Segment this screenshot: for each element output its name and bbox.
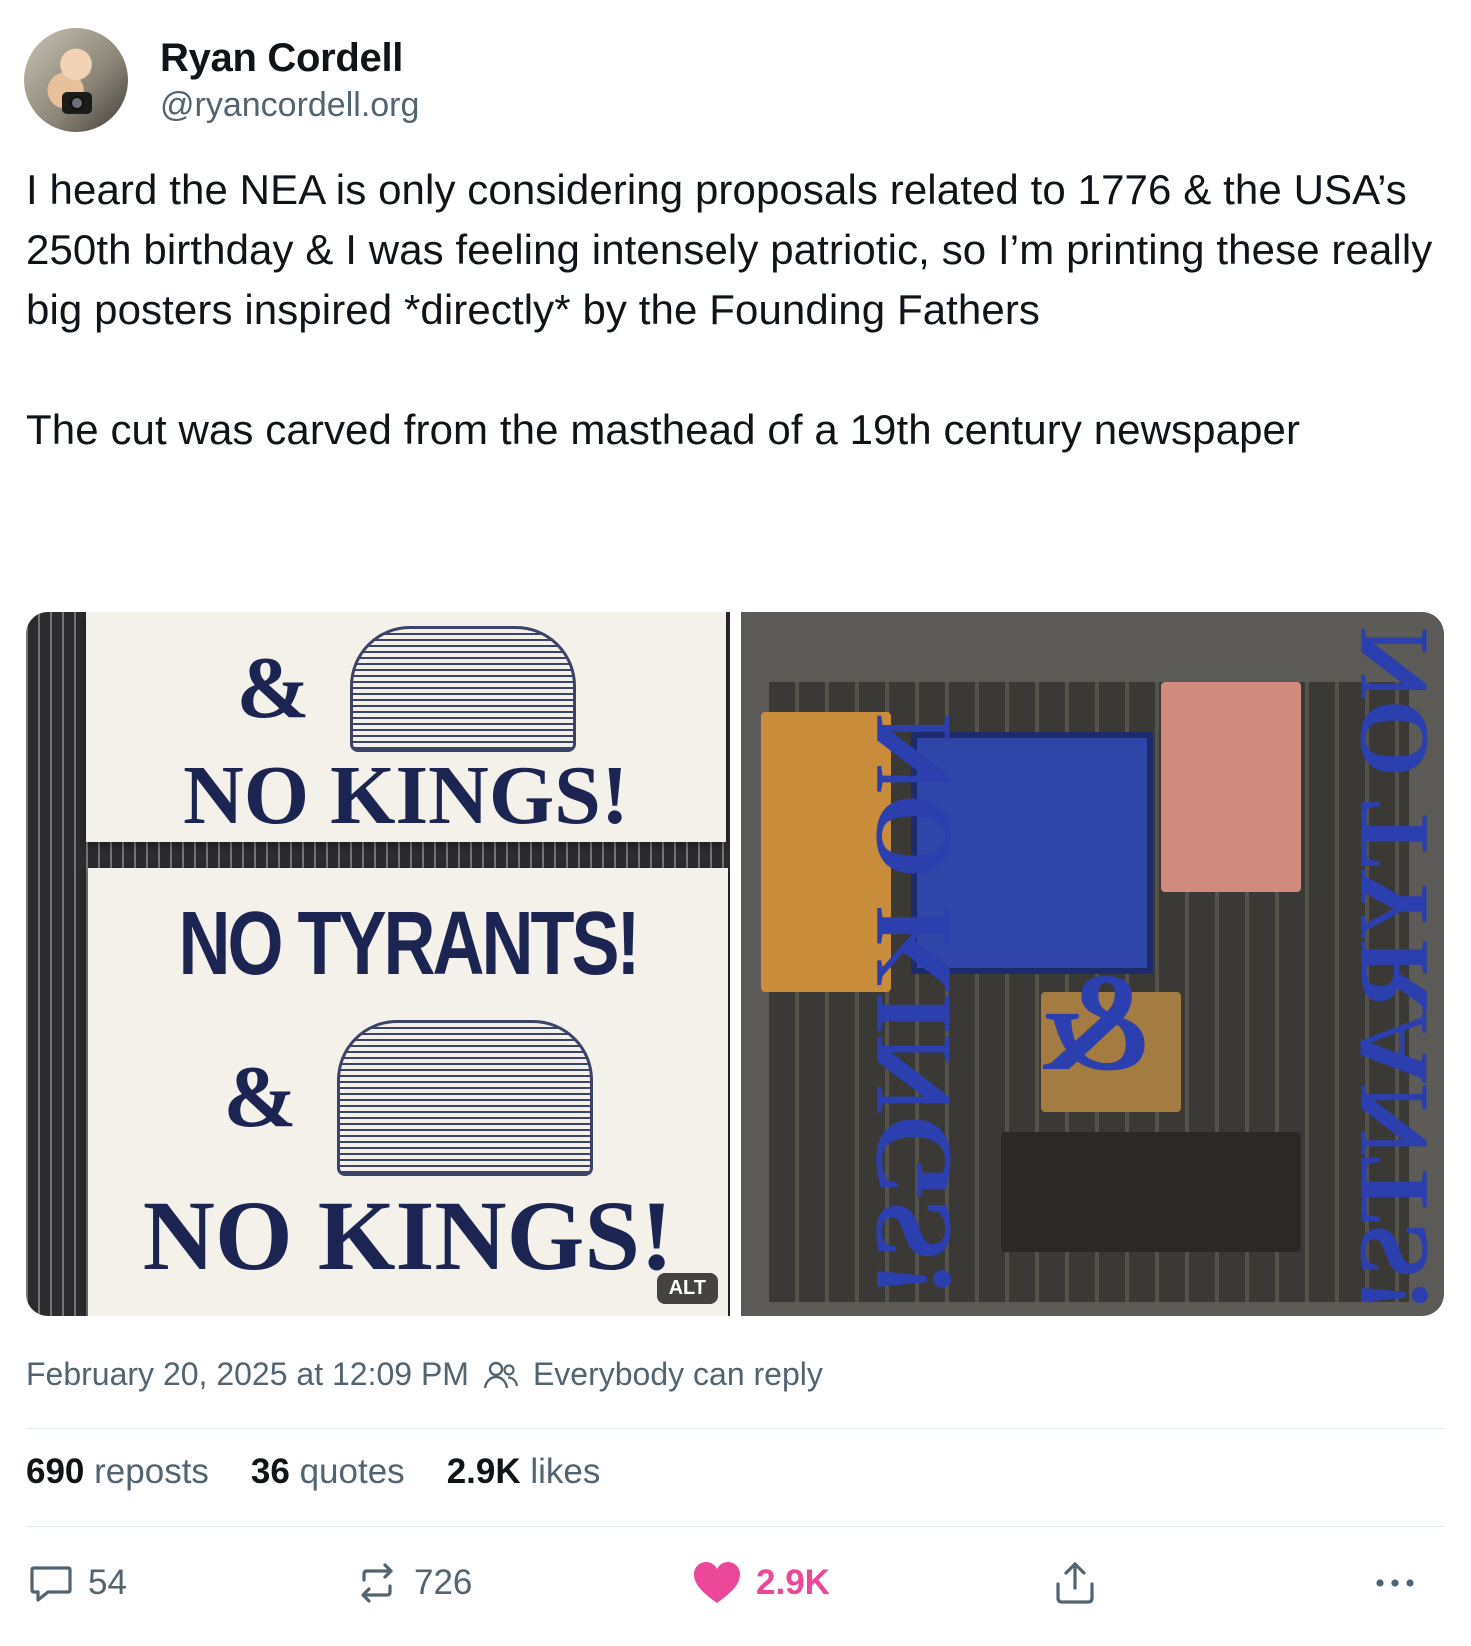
post-timestamp[interactable]: February 20, 2025 at 12:09 PM	[26, 1356, 469, 1393]
post-image-posters[interactable]: & NO KINGS! NO TYRANTS! & NO KINGS! ALT	[26, 612, 730, 1316]
action-bar: 54 726 2.9K	[26, 1560, 1444, 1620]
avatar[interactable]	[24, 28, 128, 132]
post-meta: February 20, 2025 at 12:09 PM Everybody …	[26, 1356, 823, 1393]
poster-ampersand: &	[223, 1049, 297, 1146]
share-icon	[1056, 1562, 1094, 1604]
reply-icon	[30, 1566, 72, 1602]
people-icon	[483, 1361, 519, 1388]
heart-icon	[694, 1562, 740, 1603]
likes-stat[interactable]: 2.9K likes	[447, 1452, 601, 1492]
poster-bottom: NO TYRANTS! & NO KINGS!	[88, 868, 728, 1316]
author-name[interactable]: Ryan Cordell	[160, 36, 403, 81]
repost-button[interactable]: 726	[354, 1560, 472, 1606]
more-button[interactable]	[1372, 1560, 1418, 1606]
poster-ampersand: &	[236, 640, 310, 737]
poster-headline: NO TYRANTS!	[178, 894, 641, 994]
share-button[interactable]	[1052, 1560, 1098, 1606]
reply-count: 54	[88, 1563, 127, 1602]
divider	[26, 1428, 1444, 1429]
wood-type-ampersand: &	[1036, 945, 1153, 1100]
reposts-stat[interactable]: 690 reposts	[26, 1452, 209, 1492]
post-thread-item: Ryan Cordell @ryancordell.org I heard th…	[0, 0, 1471, 1646]
poster-headline: NO KINGS!	[142, 1180, 674, 1291]
more-icon	[1376, 1579, 1414, 1587]
wood-type-block	[1001, 1132, 1301, 1252]
reply-setting[interactable]: Everybody can reply	[533, 1356, 823, 1393]
printing-press-woodcut	[349, 626, 576, 752]
camera-icon	[62, 92, 92, 114]
divider	[26, 1526, 1444, 1527]
wood-type-block	[1161, 682, 1301, 892]
post-image-press-bed[interactable]: NO KINGS! & NO TYRANTS!	[741, 612, 1444, 1316]
reply-button[interactable]: 54	[28, 1560, 127, 1606]
author-handle[interactable]: @ryancordell.org	[160, 86, 419, 125]
wood-type-headline: NO KINGS!	[851, 713, 974, 1298]
repost-count: 726	[414, 1563, 473, 1602]
repost-icon	[361, 1563, 393, 1603]
alt-text-button[interactable]: ALT	[656, 1273, 718, 1304]
poster-top: & NO KINGS!	[86, 612, 726, 842]
printing-press-woodcut	[336, 1020, 593, 1176]
post-text: I heard the NEA is only considering prop…	[26, 166, 1433, 453]
like-count: 2.9K	[756, 1563, 830, 1602]
wood-type-headline: NO TYRANTS!	[1337, 627, 1444, 1312]
quotes-stat[interactable]: 36 quotes	[251, 1452, 405, 1492]
engagement-stats: 690 reposts 36 quotes 2.9K likes	[26, 1452, 600, 1492]
poster-headline: NO KINGS!	[183, 749, 629, 842]
like-button[interactable]: 2.9K	[692, 1560, 830, 1606]
